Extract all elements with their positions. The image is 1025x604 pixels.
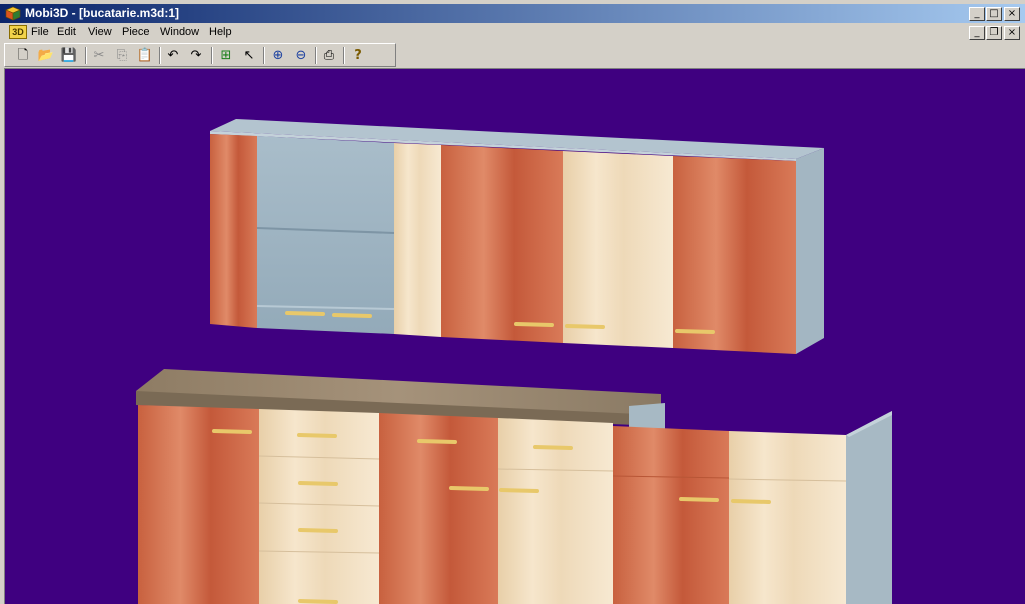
menu-piece[interactable]: Piece: [122, 26, 150, 38]
title-bar[interactable]: Mobi3D - [bucatarie.m3d:1] _ □ ×: [0, 4, 1025, 23]
upper-door-cherry[interactable]: [441, 145, 563, 343]
3d-viewport[interactable]: [4, 68, 1025, 604]
menu-file[interactable]: File: [31, 26, 49, 38]
undo-icon[interactable]: ↶: [163, 46, 183, 65]
toolbar-separator: [211, 47, 213, 64]
close-button[interactable]: ×: [1004, 7, 1020, 21]
app-cube-icon: [5, 6, 21, 21]
mdi-restore-button[interactable]: ❐: [986, 26, 1002, 40]
upper-door-maple[interactable]: [563, 151, 673, 348]
copy-icon[interactable]: ⎘: [112, 46, 132, 65]
menu-window[interactable]: Window: [160, 26, 199, 38]
lower-cabinet-side-panel: [846, 411, 892, 604]
mdi-close-button[interactable]: ×: [1004, 26, 1020, 40]
app-window: Mobi3D - [bucatarie.m3d:1] _ □ × 3D File…: [0, 0, 1025, 604]
toolbar-empty-area: [396, 43, 1025, 67]
maximize-button[interactable]: □: [986, 7, 1002, 21]
redo-icon[interactable]: ↷: [186, 46, 206, 65]
cabinet-side-panel: [629, 403, 665, 431]
upper-door-cherry[interactable]: [673, 156, 796, 354]
toolbar-separator: [85, 47, 87, 64]
select-pointer-icon[interactable]: ↖: [239, 46, 259, 65]
upper-door-cherry[interactable]: [210, 134, 257, 328]
open-folder-icon[interactable]: 📂: [36, 46, 56, 65]
help-icon[interactable]: ?: [348, 46, 368, 65]
add-piece-icon[interactable]: ⊞: [216, 46, 236, 65]
paste-icon[interactable]: 📋: [135, 46, 155, 65]
zoom-in-icon[interactable]: ⊕: [268, 46, 288, 65]
lower-door-maple[interactable]: [729, 431, 846, 604]
lower-door-cherry[interactable]: [613, 426, 729, 604]
upper-cabinet-side: [796, 148, 824, 354]
menu-edit[interactable]: Edit: [57, 26, 76, 38]
new-file-icon[interactable]: 🗋: [13, 46, 33, 65]
toolbar-separator: [263, 47, 265, 64]
lower-drawers-maple[interactable]: [259, 409, 379, 604]
window-title: Mobi3D - [bucatarie.m3d:1]: [25, 6, 180, 20]
toolbar-separator: [159, 47, 161, 64]
zoom-out-icon[interactable]: ⊖: [291, 46, 311, 65]
minimize-button[interactable]: _: [969, 7, 985, 21]
print-icon[interactable]: ⎙: [319, 46, 339, 65]
kitchen-3d-scene[interactable]: [5, 69, 1025, 604]
toolbar-separator: [343, 47, 345, 64]
lower-door-cherry[interactable]: [138, 405, 259, 604]
save-icon[interactable]: 💾: [59, 46, 79, 65]
menu-view[interactable]: View: [88, 26, 112, 38]
upper-glass-door[interactable]: [257, 136, 394, 334]
toolbar-separator: [315, 47, 317, 64]
document-icon[interactable]: 3D: [9, 25, 27, 39]
menu-bar: 3D File Edit View Piece Window Help _ ❐ …: [0, 23, 1025, 42]
lower-cabinets[interactable]: [136, 369, 892, 604]
menu-help[interactable]: Help: [209, 26, 232, 38]
cut-icon[interactable]: ✂: [89, 46, 109, 65]
mdi-minimize-button[interactable]: _: [969, 26, 985, 40]
upper-door-maple[interactable]: [394, 143, 441, 337]
toolbar: 🗋 📂 💾 ✂ ⎘ 📋 ↶ ↷ ⊞ ↖ ⊕ ⊖ ⎙ ?: [4, 43, 396, 67]
upper-cabinets[interactable]: [210, 119, 824, 354]
